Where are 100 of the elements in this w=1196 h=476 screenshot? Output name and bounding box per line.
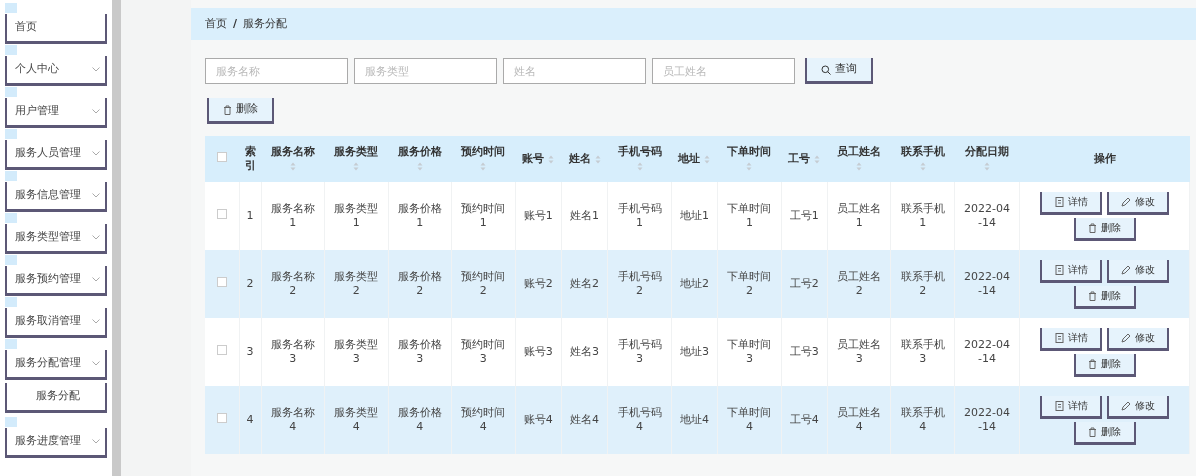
sidebar-item[interactable]: 服务人员管理 <box>5 140 107 170</box>
table-cell: 手机号码4 <box>617 405 663 435</box>
table-cell: 手机号码2 <box>617 269 663 299</box>
delete-button[interactable]: 删除 <box>207 98 274 124</box>
table-cell: 工号2 <box>789 276 819 292</box>
delete-button[interactable]: 删除 <box>1073 285 1136 309</box>
search-field[interactable]: 服务类型 <box>354 58 497 84</box>
sidebar-item[interactable]: 个人中心 <box>5 56 107 86</box>
table-cell: 姓名2 <box>570 276 600 292</box>
sidebar-marker <box>5 417 17 427</box>
sidebar-item[interactable]: 用户管理 <box>5 98 107 128</box>
table-cell: 服务价格1 <box>397 201 443 231</box>
table-cell: 2 <box>246 276 254 292</box>
table-cell: 账号3 <box>523 344 553 360</box>
breadcrumb-item[interactable]: 首页 <box>205 15 227 33</box>
chevron-down-icon <box>92 439 100 444</box>
table-cell: 联系手机1 <box>900 201 946 231</box>
column-header[interactable]: 姓名 <box>568 152 591 166</box>
details-button[interactable]: 详情 <box>1040 395 1102 419</box>
pencil-icon <box>1121 196 1131 207</box>
table-cell: 服务类型3 <box>333 337 379 367</box>
sidebar-marker <box>5 297 17 307</box>
breadcrumb-item: 服务分配 <box>243 15 288 32</box>
sidebar-item[interactable]: 服务取消管理 <box>5 308 107 338</box>
sidebar-item[interactable]: 首页 <box>5 14 107 44</box>
table-cell: 4 <box>246 412 254 428</box>
table-cell: 账号1 <box>523 208 553 224</box>
sidebar-item[interactable]: 服务类型管理 <box>5 224 107 254</box>
sidebar-item[interactable]: 服务分配管理 <box>5 350 107 380</box>
details-button[interactable]: 详情 <box>1040 259 1102 283</box>
table-cell: 3 <box>246 344 254 360</box>
table-cell: 员工姓名2 <box>836 269 882 299</box>
table-cell: 账号4 <box>523 412 553 428</box>
pencil-icon <box>1121 400 1131 411</box>
sidebar-item[interactable]: 服务预约管理 <box>5 266 107 296</box>
table-cell: 工号3 <box>789 344 819 360</box>
table-cell: 1 <box>246 208 254 224</box>
checkbox[interactable] <box>217 152 227 163</box>
chevron-down-icon <box>92 319 100 324</box>
search-field[interactable]: 员工姓名 <box>652 58 795 84</box>
column-header: 操作 <box>1093 152 1116 166</box>
delete-button[interactable]: 删除 <box>1073 217 1136 241</box>
column-header[interactable]: 账号 <box>522 152 545 166</box>
search-field[interactable]: 服务名称 <box>205 58 348 84</box>
details-button[interactable]: 详情 <box>1040 327 1102 351</box>
table-cell: 服务名称4 <box>270 405 316 435</box>
chevron-down-icon <box>92 277 100 282</box>
checkbox[interactable] <box>216 208 227 219</box>
sidebar-marker <box>5 3 17 13</box>
trash-icon <box>1088 426 1097 437</box>
search-button[interactable]: 查询 <box>805 58 873 84</box>
sidebar-marker <box>5 87 17 97</box>
table-cell: 员工姓名1 <box>836 201 882 231</box>
column-header[interactable]: 工号 <box>788 152 811 166</box>
search-field[interactable]: 姓名 <box>503 58 646 84</box>
table-cell: 2022-04-14 <box>963 405 1011 435</box>
sidebar-item[interactable]: 服务信息管理 <box>5 182 107 212</box>
pencil-icon <box>1121 264 1131 275</box>
details-button[interactable]: 详情 <box>1040 191 1102 215</box>
trash-icon <box>1088 290 1097 301</box>
table-cell: 服务价格3 <box>397 337 443 367</box>
table-cell: 服务名称2 <box>270 269 316 299</box>
table-cell: 联系手机3 <box>900 337 946 367</box>
table-cell: 预约时间3 <box>460 337 506 367</box>
document-icon <box>1054 400 1064 411</box>
checkbox[interactable] <box>216 412 227 423</box>
table-cell: 2022-04-14 <box>963 269 1011 299</box>
table-cell: 服务名称1 <box>270 201 316 231</box>
sidebar-item[interactable]: 服务进度管理 <box>5 428 107 458</box>
edit-button[interactable]: 修改 <box>1107 259 1169 283</box>
edit-button[interactable]: 修改 <box>1107 327 1169 351</box>
breadcrumb-separator: / <box>233 15 238 32</box>
edit-button[interactable]: 修改 <box>1107 191 1169 215</box>
sidebar-marker <box>5 171 17 181</box>
search-icon <box>821 64 831 75</box>
checkbox[interactable] <box>216 344 227 355</box>
sidebar-marker <box>5 255 17 265</box>
table-cell: 手机号码3 <box>617 337 663 367</box>
trash-icon <box>223 104 232 115</box>
document-icon <box>1054 196 1064 207</box>
sidebar-item[interactable]: 服务分配 <box>5 383 107 413</box>
sidebar-marker <box>5 339 17 349</box>
chevron-down-icon <box>92 109 100 114</box>
table-cell: 服务类型4 <box>333 405 379 435</box>
column-header[interactable]: 地址 <box>678 152 701 166</box>
edit-button[interactable]: 修改 <box>1107 395 1169 419</box>
table-cell: 服务价格4 <box>397 405 443 435</box>
delete-button[interactable]: 删除 <box>1073 421 1136 445</box>
table-cell: 2022-04-14 <box>963 337 1011 367</box>
table-cell: 姓名3 <box>570 344 600 360</box>
chevron-down-icon <box>92 235 100 240</box>
table-cell: 员工姓名3 <box>836 337 882 367</box>
table-cell: 地址2 <box>679 276 709 292</box>
sidebar-marker <box>5 45 17 55</box>
table-cell: 联系手机2 <box>900 269 946 299</box>
checkbox[interactable] <box>216 276 227 287</box>
document-icon <box>1054 332 1064 343</box>
table-cell: 地址3 <box>679 344 709 360</box>
table-cell: 姓名1 <box>570 208 600 224</box>
delete-button[interactable]: 删除 <box>1073 353 1136 377</box>
